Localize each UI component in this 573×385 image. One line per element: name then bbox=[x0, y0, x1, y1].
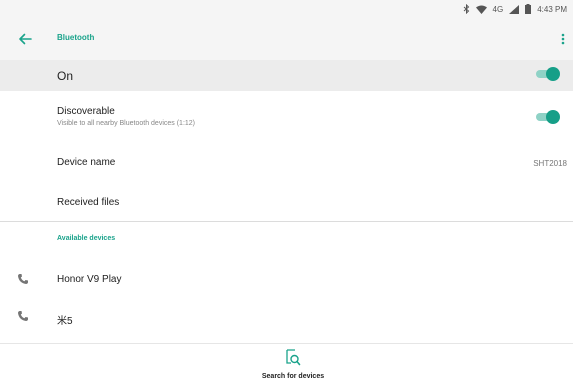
signal-icon bbox=[509, 4, 520, 14]
bluetooth-toggle-label: On bbox=[57, 69, 74, 83]
page-title: Bluetooth bbox=[57, 33, 95, 42]
network-type-label: 4G bbox=[492, 4, 504, 14]
device-name-label: Device name bbox=[57, 157, 116, 168]
status-icons: 4G 4:43 PM bbox=[463, 3, 567, 15]
footer-bar: Search for devices bbox=[0, 343, 573, 385]
wifi-icon bbox=[475, 5, 487, 14]
bluetooth-master-toggle-row[interactable]: On bbox=[0, 60, 573, 91]
status-time: 4:43 PM bbox=[537, 4, 567, 14]
bluetooth-switch[interactable] bbox=[536, 67, 560, 81]
more-options-button[interactable] bbox=[558, 31, 568, 47]
discoverable-switch[interactable] bbox=[536, 110, 560, 124]
phone-icon bbox=[18, 274, 28, 284]
more-vert-icon bbox=[561, 33, 565, 45]
discoverable-subtitle: Visible to all nearby Bluetooth devices … bbox=[57, 120, 196, 127]
switch-thumb bbox=[546, 110, 560, 124]
search-for-devices-label: Search for devices bbox=[261, 373, 325, 380]
bluetooth-status-icon bbox=[463, 4, 470, 14]
received-files-label: Received files bbox=[57, 197, 120, 208]
app-bar: Bluetooth bbox=[0, 18, 573, 61]
switch-thumb bbox=[546, 67, 560, 81]
status-bar: 4G 4:43 PM bbox=[0, 0, 573, 18]
search-for-devices-button[interactable]: Search for devices bbox=[250, 344, 340, 385]
device-search-icon bbox=[285, 349, 301, 367]
phone-icon bbox=[18, 311, 28, 321]
section-divider bbox=[0, 221, 573, 222]
received-files-row[interactable]: Received files bbox=[0, 182, 573, 221]
discoverable-label: Discoverable bbox=[57, 106, 115, 117]
arrow-back-icon bbox=[19, 33, 32, 45]
device-list-item[interactable]: Honor V9 Play bbox=[0, 262, 573, 298]
device-name-value: SHT2018 bbox=[533, 159, 567, 168]
battery-icon bbox=[525, 4, 532, 14]
device-name: 米5 bbox=[57, 316, 73, 327]
discoverable-row[interactable]: Discoverable Visible to all nearby Bluet… bbox=[0, 91, 573, 142]
device-name: Honor V9 Play bbox=[57, 274, 122, 285]
device-name-row[interactable]: Device name SHT2018 bbox=[0, 142, 573, 182]
device-list-item[interactable]: 米5 bbox=[0, 300, 573, 336]
available-devices-header: Available devices bbox=[57, 235, 116, 242]
back-button[interactable] bbox=[17, 31, 33, 47]
